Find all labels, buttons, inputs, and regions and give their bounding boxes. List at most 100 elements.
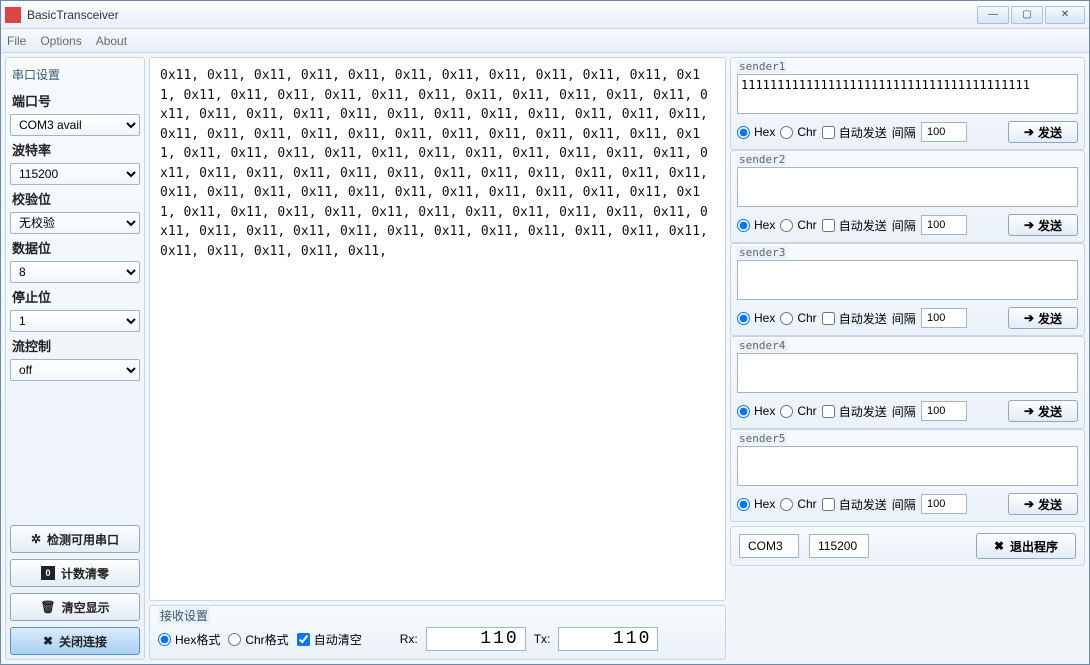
sender-legend: sender3 [737, 246, 787, 259]
clear-display-button[interactable]: 🗑 清空显示 [10, 593, 140, 621]
sender-chr-radio[interactable]: Chr [780, 497, 816, 511]
interval-label: 间隔 [892, 217, 916, 234]
serial-settings-panel: 串口设置 端口号 COM3 avail 波特率 115200 校验位 无校验 数… [5, 57, 145, 660]
status-port: COM3 [739, 534, 799, 558]
maximize-button[interactable]: ▢ [1011, 6, 1043, 24]
databits-label: 数据位 [12, 238, 140, 257]
sender-chr-radio[interactable]: Chr [780, 218, 816, 232]
window-buttons: — ▢ ✕ [977, 6, 1085, 24]
exit-label: 退出程序 [1010, 538, 1058, 555]
stopbits-select[interactable]: 1 [10, 310, 140, 332]
rx-hex-radio[interactable]: Hex格式 [158, 631, 220, 648]
flow-select[interactable]: off [10, 359, 140, 381]
interval-input[interactable] [921, 308, 967, 328]
tx-label: Tx: [534, 632, 551, 646]
close-connection-label: 关闭连接 [59, 633, 107, 650]
sender-2: sender2 Hex Chr 自动发送间隔 ➔发送 [730, 150, 1085, 243]
receive-settings-legend: 接收设置 [158, 607, 210, 624]
arrow-right-icon: ➔ [1024, 218, 1034, 232]
reset-counter-button[interactable]: 0 计数清零 [10, 559, 140, 587]
parity-label: 校验位 [12, 189, 140, 208]
send-button[interactable]: ➔发送 [1008, 121, 1078, 143]
senders-panel: sender1111111111111111111111111111111111… [730, 57, 1085, 660]
parity-select[interactable]: 无校验 [10, 212, 140, 234]
send-button[interactable]: ➔发送 [1008, 400, 1078, 422]
arrow-right-icon: ➔ [1024, 311, 1034, 325]
sender-3: sender3 Hex Chr 自动发送间隔 ➔发送 [730, 243, 1085, 336]
sender-auto-checkbox[interactable]: 自动发送 [822, 403, 887, 420]
sender-input[interactable] [737, 260, 1078, 300]
arrow-right-icon: ➔ [1024, 125, 1034, 139]
sender-legend: sender5 [737, 432, 787, 445]
menubar: File Options About [1, 29, 1089, 53]
trash-icon: 🗑 [40, 600, 55, 614]
sender-input[interactable]: 1111111111111111111111111111111111111111 [737, 74, 1078, 114]
x-icon: ✖ [43, 634, 53, 648]
loading-icon: ✲ [31, 532, 41, 546]
sender-5: sender5 Hex Chr 自动发送间隔 ➔发送 [730, 429, 1085, 522]
send-button[interactable]: ➔发送 [1008, 214, 1078, 236]
sender-hex-radio[interactable]: Hex [737, 311, 775, 325]
interval-input[interactable] [921, 215, 967, 235]
rx-chr-radio[interactable]: Chr格式 [228, 631, 288, 648]
port-label: 端口号 [12, 91, 140, 110]
close-connection-button[interactable]: ✖ 关闭连接 [10, 627, 140, 655]
menu-options[interactable]: Options [40, 34, 81, 48]
window-title: BasicTransceiver [27, 8, 977, 22]
sender-chr-radio[interactable]: Chr [780, 125, 816, 139]
interval-input[interactable] [921, 401, 967, 421]
sender-legend: sender4 [737, 339, 787, 352]
interval-input[interactable] [921, 494, 967, 514]
send-button[interactable]: ➔发送 [1008, 307, 1078, 329]
sender-chr-radio[interactable]: Chr [780, 311, 816, 325]
exit-button[interactable]: ✖ 退出程序 [976, 533, 1076, 559]
sender-auto-checkbox[interactable]: 自动发送 [822, 124, 887, 141]
app-icon [5, 7, 21, 23]
sender-auto-checkbox[interactable]: 自动发送 [822, 496, 887, 513]
flow-label: 流控制 [12, 336, 140, 355]
sender-hex-radio[interactable]: Hex [737, 125, 775, 139]
arrow-right-icon: ➔ [1024, 404, 1034, 418]
exit-icon: ✖ [994, 539, 1004, 553]
sender-input[interactable] [737, 353, 1078, 393]
sender-hex-radio[interactable]: Hex [737, 497, 775, 511]
close-button[interactable]: ✕ [1045, 6, 1085, 24]
rx-label: Rx: [400, 632, 418, 646]
sender-legend: sender1 [737, 60, 787, 73]
detect-ports-button[interactable]: ✲ 检测可用串口 [10, 525, 140, 553]
port-select[interactable]: COM3 avail [10, 114, 140, 136]
menu-file[interactable]: File [7, 34, 26, 48]
baud-select[interactable]: 115200 [10, 163, 140, 185]
zero-icon: 0 [41, 566, 55, 580]
interval-input[interactable] [921, 122, 967, 142]
interval-label: 间隔 [892, 310, 916, 327]
interval-label: 间隔 [892, 403, 916, 420]
sender-4: sender4 Hex Chr 自动发送间隔 ➔发送 [730, 336, 1085, 429]
minimize-button[interactable]: — [977, 6, 1009, 24]
sender-auto-checkbox[interactable]: 自动发送 [822, 217, 887, 234]
receive-settings-panel: 接收设置 Hex格式 Chr格式 自动清空 Rx: 110 Tx: 110 [149, 605, 726, 660]
sender-chr-radio[interactable]: Chr [780, 404, 816, 418]
arrow-right-icon: ➔ [1024, 497, 1034, 511]
sender-1: sender1111111111111111111111111111111111… [730, 57, 1085, 150]
sender-input[interactable] [737, 167, 1078, 207]
status-baud: 115200 [809, 534, 869, 558]
baud-label: 波特率 [12, 140, 140, 159]
sender-hex-radio[interactable]: Hex [737, 404, 775, 418]
send-button[interactable]: ➔发送 [1008, 493, 1078, 515]
rx-counter: 110 [426, 627, 526, 651]
sender-legend: sender2 [737, 153, 787, 166]
sender-hex-radio[interactable]: Hex [737, 218, 775, 232]
sender-auto-checkbox[interactable]: 自动发送 [822, 310, 887, 327]
titlebar: BasicTransceiver — ▢ ✕ [1, 1, 1089, 29]
sender-input[interactable] [737, 446, 1078, 486]
serial-settings-legend: 串口设置 [12, 66, 140, 83]
receive-textarea[interactable]: 0x11, 0x11, 0x11, 0x11, 0x11, 0x11, 0x11… [149, 57, 726, 601]
stopbits-label: 停止位 [12, 287, 140, 306]
reset-counter-label: 计数清零 [61, 565, 109, 582]
interval-label: 间隔 [892, 496, 916, 513]
menu-about[interactable]: About [96, 34, 127, 48]
autoclear-checkbox[interactable]: 自动清空 [297, 631, 362, 648]
databits-select[interactable]: 8 [10, 261, 140, 283]
detect-ports-label: 检测可用串口 [47, 531, 119, 548]
